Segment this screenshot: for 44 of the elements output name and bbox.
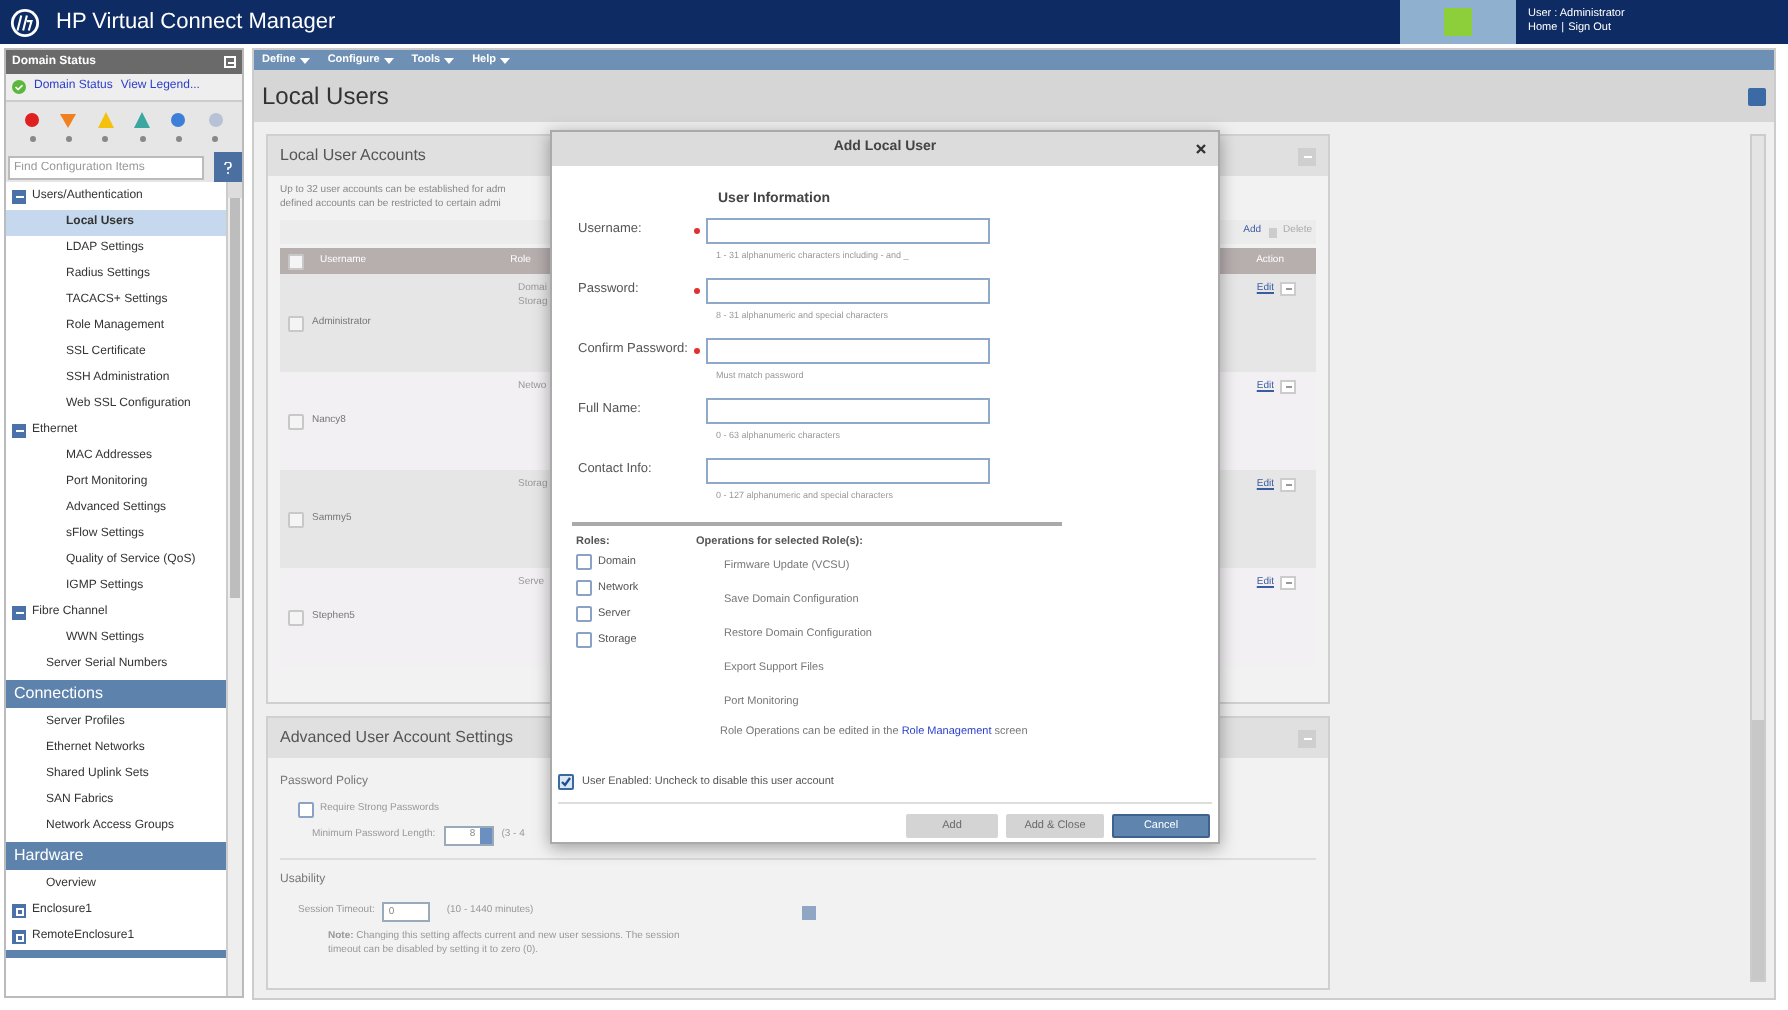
banner-image-placeholder — [1400, 0, 1516, 44]
collapse-icon[interactable] — [12, 424, 26, 438]
collapse-icon[interactable] — [12, 190, 26, 204]
panel-title: Local User Accounts — [280, 144, 426, 168]
input-field[interactable] — [706, 457, 990, 483]
expand-icon[interactable] — [12, 904, 26, 918]
checkbox[interactable] — [576, 632, 592, 649]
down-triangle-icon[interactable] — [60, 112, 77, 128]
caret-icon — [499, 57, 510, 63]
logo-icon — [10, 7, 40, 37]
checkbox[interactable] — [576, 554, 592, 571]
close-icon[interactable] — [1196, 144, 1206, 154]
dropdown-button[interactable] — [1280, 576, 1296, 591]
scrollbar[interactable] — [226, 182, 242, 996]
nav-section-header[interactable]: Connections — [6, 680, 226, 708]
caret-icon — [299, 57, 310, 63]
collapse-icon[interactable] — [12, 606, 26, 620]
nav-section-header[interactable]: Hardware — [6, 842, 226, 870]
checkbox[interactable] — [576, 606, 592, 623]
collapse-icon[interactable] — [224, 56, 236, 68]
warning-icon[interactable] — [97, 112, 114, 128]
error-icon[interactable] — [24, 112, 41, 128]
expand-icon[interactable] — [12, 930, 26, 944]
input-field[interactable] — [706, 277, 990, 303]
input-field[interactable] — [706, 337, 990, 363]
caret-icon — [383, 57, 394, 63]
checkbox[interactable] — [576, 580, 592, 597]
checkbox[interactable] — [558, 774, 574, 791]
checkbox[interactable] — [298, 802, 314, 818]
dropdown-button[interactable] — [1280, 282, 1296, 297]
page-title: Local Users — [262, 80, 389, 114]
triangle-icon[interactable] — [134, 112, 151, 128]
trash-icon — [1267, 226, 1278, 238]
input-field[interactable] — [706, 397, 990, 423]
search-button[interactable] — [214, 152, 242, 182]
spinner-arrows-icon[interactable] — [479, 828, 492, 844]
panel-title: Advanced User Account Settings — [280, 726, 514, 750]
caret-icon — [444, 57, 455, 63]
check-circle-icon — [12, 80, 26, 94]
dropdown-button[interactable] — [1280, 380, 1296, 395]
input-field[interactable] — [706, 217, 990, 243]
app-title: HP Virtual Connect Manager — [56, 7, 336, 38]
scrollbar[interactable] — [1750, 134, 1766, 982]
dropdown-button[interactable] — [1280, 478, 1296, 493]
